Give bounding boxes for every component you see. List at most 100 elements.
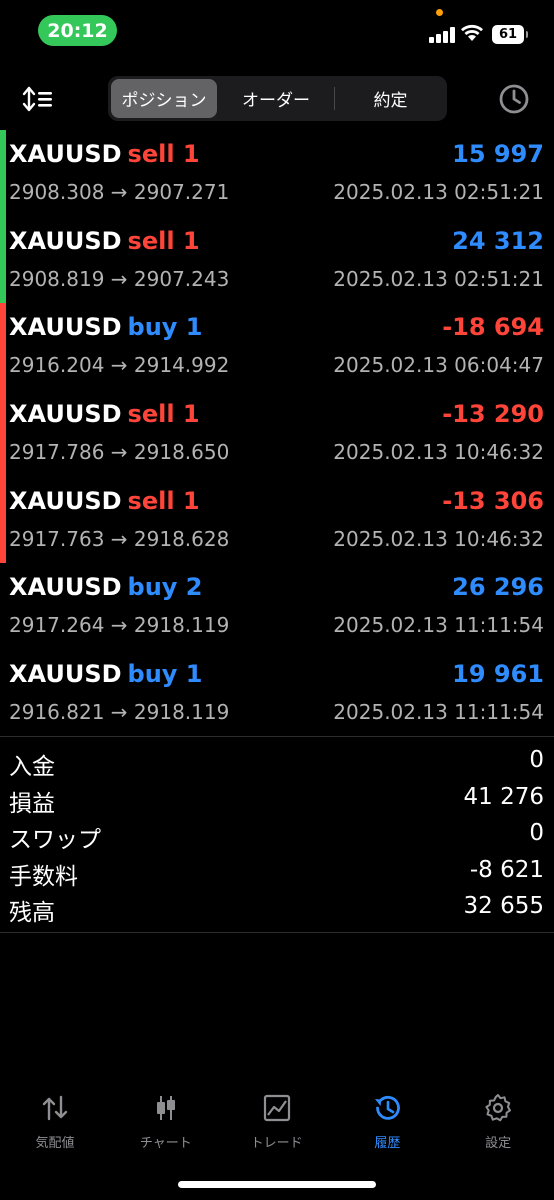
deal-title: XAUUSD sell 1: [9, 400, 200, 428]
deal-symbol: XAUUSD: [9, 660, 122, 689]
trade-chart-icon: [263, 1094, 290, 1122]
deal-time: 2025.02.13 10:46:32: [333, 440, 544, 465]
deal-time: 2025.02.13 06:04:47: [333, 353, 544, 378]
deal-row[interactable]: XAUUSD buy 1 19 961 2916.821 → 2918.119 2025…: [0, 650, 554, 737]
deal-title: XAUUSD buy 1: [9, 660, 203, 688]
segment-divider: [334, 87, 335, 110]
summary-label: 残高: [9, 900, 55, 926]
segment-positions[interactable]: ポジション: [111, 79, 217, 118]
deal-side: sell 1: [127, 140, 200, 168]
bottom-tab-bar: 気配値 チャート トレード 履歴 設定: [0, 1085, 554, 1165]
deal-profit: 24 312: [452, 226, 544, 255]
summary-value: 0: [529, 747, 544, 773]
summary-row: 入金 0: [0, 743, 554, 780]
deal-status-bar: [0, 216, 6, 304]
deal-profit: 19 961: [452, 660, 544, 689]
summary-value: -8 621: [469, 856, 544, 883]
deal-side: buy 1: [127, 313, 203, 342]
deal-profit: 15 997: [452, 140, 544, 168]
history-icon: [375, 1095, 401, 1120]
deal-time: 2025.02.13 02:51:21: [333, 266, 544, 291]
deal-title: XAUUSD buy 2: [9, 573, 203, 601]
home-indicator: [178, 1181, 376, 1188]
deal-status-bar: [0, 130, 6, 217]
summary-value: 0: [529, 820, 544, 846]
deal-symbol: XAUUSD: [9, 140, 122, 168]
deal-symbol: XAUUSD: [9, 486, 122, 515]
history-segmented-control: ポジション オーダー 約定: [108, 76, 447, 121]
deal-profit: -13 306: [442, 486, 544, 515]
status-bar: 20:12 61: [0, 0, 554, 60]
candlestick-icon: [156, 1096, 175, 1120]
summary-label: スワップ: [9, 827, 101, 853]
summary-value: 32 655: [463, 893, 544, 919]
tab-label: チャート: [139, 1136, 192, 1151]
clock-icon[interactable]: [497, 82, 531, 116]
deal-side: sell 1: [127, 400, 200, 429]
tab-label: 気配値: [35, 1136, 75, 1151]
segment-deals[interactable]: 約定: [337, 79, 444, 118]
tab-label: 履歴: [374, 1136, 401, 1151]
summary-divider: [0, 932, 554, 933]
deal-side: sell 1: [127, 226, 200, 255]
deal-symbol: XAUUSD: [9, 400, 122, 429]
deal-profit: -13 290: [442, 400, 544, 429]
deal-status-bar: [0, 476, 6, 564]
deal-prices: 2916.204 → 2914.992: [9, 353, 230, 378]
status-time[interactable]: 20:12: [38, 15, 117, 46]
deal-title: XAUUSD buy 1: [9, 313, 203, 341]
deal-prices: 2908.819 → 2907.243: [9, 266, 230, 291]
sort-icon[interactable]: [22, 84, 56, 114]
deal-time: 2025.02.13 02:51:21: [333, 180, 544, 204]
deal-row[interactable]: XAUUSD sell 1 -13 306 2917.763 → 2918.628 20…: [0, 476, 554, 564]
summary-label: 損益: [9, 790, 55, 817]
deal-symbol: XAUUSD: [9, 226, 122, 255]
deal-title: XAUUSD sell 1: [9, 140, 200, 168]
deal-list: XAUUSD sell 1 15 997 2908.308 → 2907.271 202…: [0, 130, 554, 737]
deal-row[interactable]: XAUUSD buy 1 -18 694 2916.204 → 2914.992 202…: [0, 303, 554, 391]
deal-title: XAUUSD sell 1: [9, 227, 200, 255]
list-divider: [0, 736, 554, 737]
deal-status-bar: [0, 303, 6, 391]
summary-value: 41 276: [463, 783, 544, 810]
deal-row[interactable]: XAUUSD sell 1 15 997 2908.308 → 2907.271 202…: [0, 130, 554, 217]
tab-arrows-updown[interactable]: 気配値: [0, 1085, 110, 1155]
deal-side: sell 1: [127, 486, 200, 515]
deal-row[interactable]: XAUUSD buy 2 26 296 2917.264 → 2918.119 2025…: [0, 563, 554, 650]
deal-status-bar: [0, 650, 6, 737]
gear-icon: [485, 1094, 512, 1122]
deal-symbol: XAUUSD: [9, 313, 122, 342]
summary-label: 入金: [9, 754, 55, 780]
summary-row: スワップ 0: [0, 816, 554, 853]
tab-gear[interactable]: 設定: [443, 1085, 553, 1155]
deal-prices: 2908.308 → 2907.271: [9, 180, 230, 204]
trade-history-screen: 20:12 61 ポジション オーダー 約定 XAUUSD sell 1 15 …: [0, 0, 554, 1200]
deal-profit: -18 694: [442, 313, 544, 342]
summary-row: 損益 41 276: [0, 780, 554, 817]
tab-candlestick[interactable]: チャート: [111, 1085, 221, 1155]
segment-orders[interactable]: オーダー: [221, 79, 331, 118]
deal-symbol: XAUUSD: [9, 573, 122, 602]
arrows-updown-icon: [42, 1095, 68, 1121]
deal-row[interactable]: XAUUSD sell 1 -13 290 2917.786 → 2918.650 20…: [0, 390, 554, 477]
cellular-signal-icon: [429, 27, 455, 43]
tab-label: トレード: [250, 1136, 303, 1151]
summary-label: 手数料: [9, 863, 78, 890]
summary-row: 手数料 -8 621: [0, 853, 554, 890]
deal-row[interactable]: XAUUSD sell 1 24 312 2908.819 → 2907.243 202…: [0, 216, 554, 304]
tab-trade-chart[interactable]: トレード: [222, 1085, 332, 1155]
battery-indicator: 61: [492, 25, 528, 44]
deal-prices: 2917.763 → 2918.628: [9, 526, 230, 551]
deal-profit: 26 296: [452, 573, 544, 602]
privacy-indicator-dot: [436, 9, 443, 16]
deal-status-bar: [0, 563, 6, 650]
deal-time: 2025.02.13 11:11:54: [333, 700, 544, 725]
header: ポジション オーダー 約定: [0, 76, 554, 122]
tab-history[interactable]: 履歴: [332, 1085, 442, 1155]
deal-prices: 2916.821 → 2918.119: [9, 700, 230, 725]
wifi-icon: [461, 24, 483, 41]
deal-title: XAUUSD sell 1: [9, 487, 200, 515]
summary-row: 残高 32 655: [0, 889, 554, 926]
deal-side: buy 2: [127, 573, 203, 602]
deal-time: 2025.02.13 11:11:54: [333, 613, 544, 638]
